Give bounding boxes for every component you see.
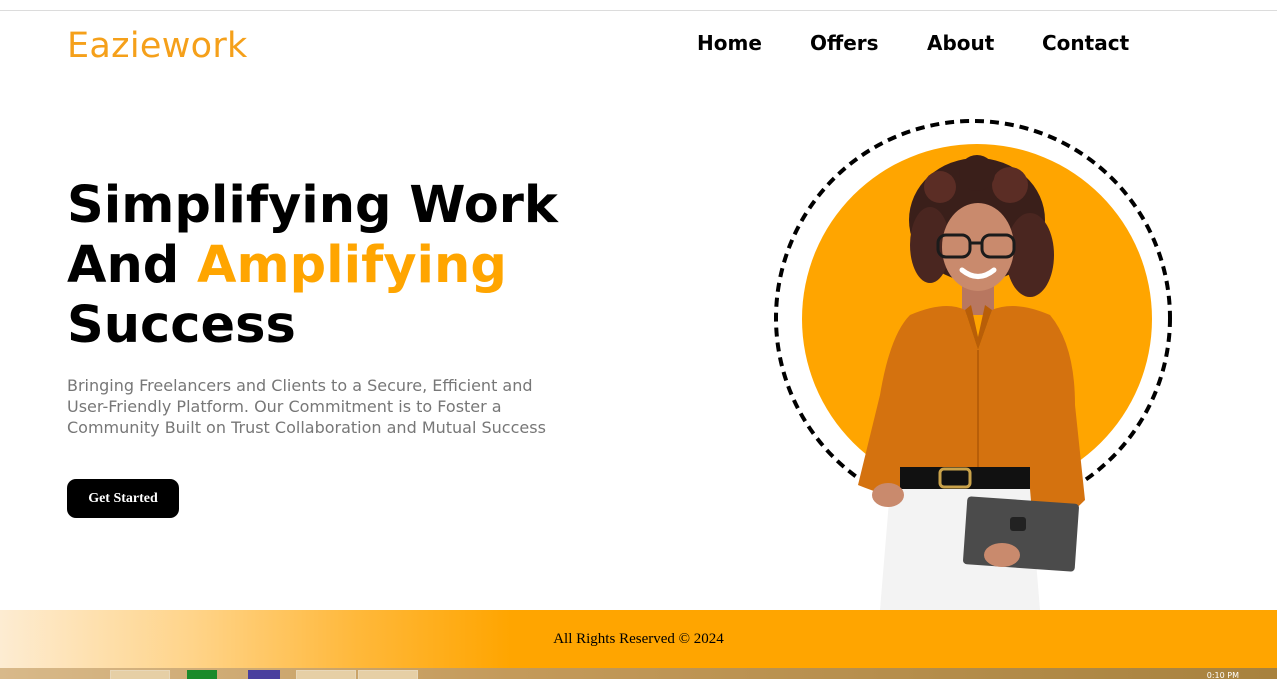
nav-home[interactable]: Home [697, 31, 762, 55]
hero-image [740, 105, 1210, 610]
hero-title-line3: Success [67, 296, 296, 355]
taskbar-item[interactable] [296, 670, 356, 679]
nav-offers[interactable]: Offers [810, 31, 879, 55]
start-button[interactable] [0, 670, 40, 679]
top-divider [0, 10, 1277, 11]
taskbar-item[interactable] [187, 670, 217, 679]
hero-description: Bringing Freelancers and Clients to a Se… [67, 376, 546, 437]
get-started-button[interactable]: Get Started [67, 479, 179, 518]
taskbar-item[interactable] [248, 670, 280, 679]
os-taskbar: 0:10 PM [0, 668, 1277, 679]
taskbar-item[interactable] [110, 670, 170, 679]
taskbar-item[interactable] [358, 670, 418, 679]
nav-contact[interactable]: Contact [1042, 31, 1129, 55]
footer-copyright: All Rights Reserved © 2024 [553, 630, 724, 647]
browser-icon[interactable] [66, 670, 94, 679]
tablet [963, 496, 1079, 572]
main-nav: Home Offers About Contact [0, 31, 1277, 61]
hero-title-accent: Amplifying [197, 236, 507, 295]
woman-with-tablet-illustration [774, 119, 1172, 610]
hero-title-line1: Simplifying Work [67, 176, 558, 235]
taskbar-clock: 0:10 PM [1206, 671, 1239, 679]
hero-title: Simplifying Work And Amplifying Success [67, 176, 558, 356]
hero-title-line2-prefix: And [67, 236, 198, 295]
nav-about[interactable]: About [927, 31, 994, 55]
site-footer: All Rights Reserved © 2024 [0, 610, 1277, 668]
